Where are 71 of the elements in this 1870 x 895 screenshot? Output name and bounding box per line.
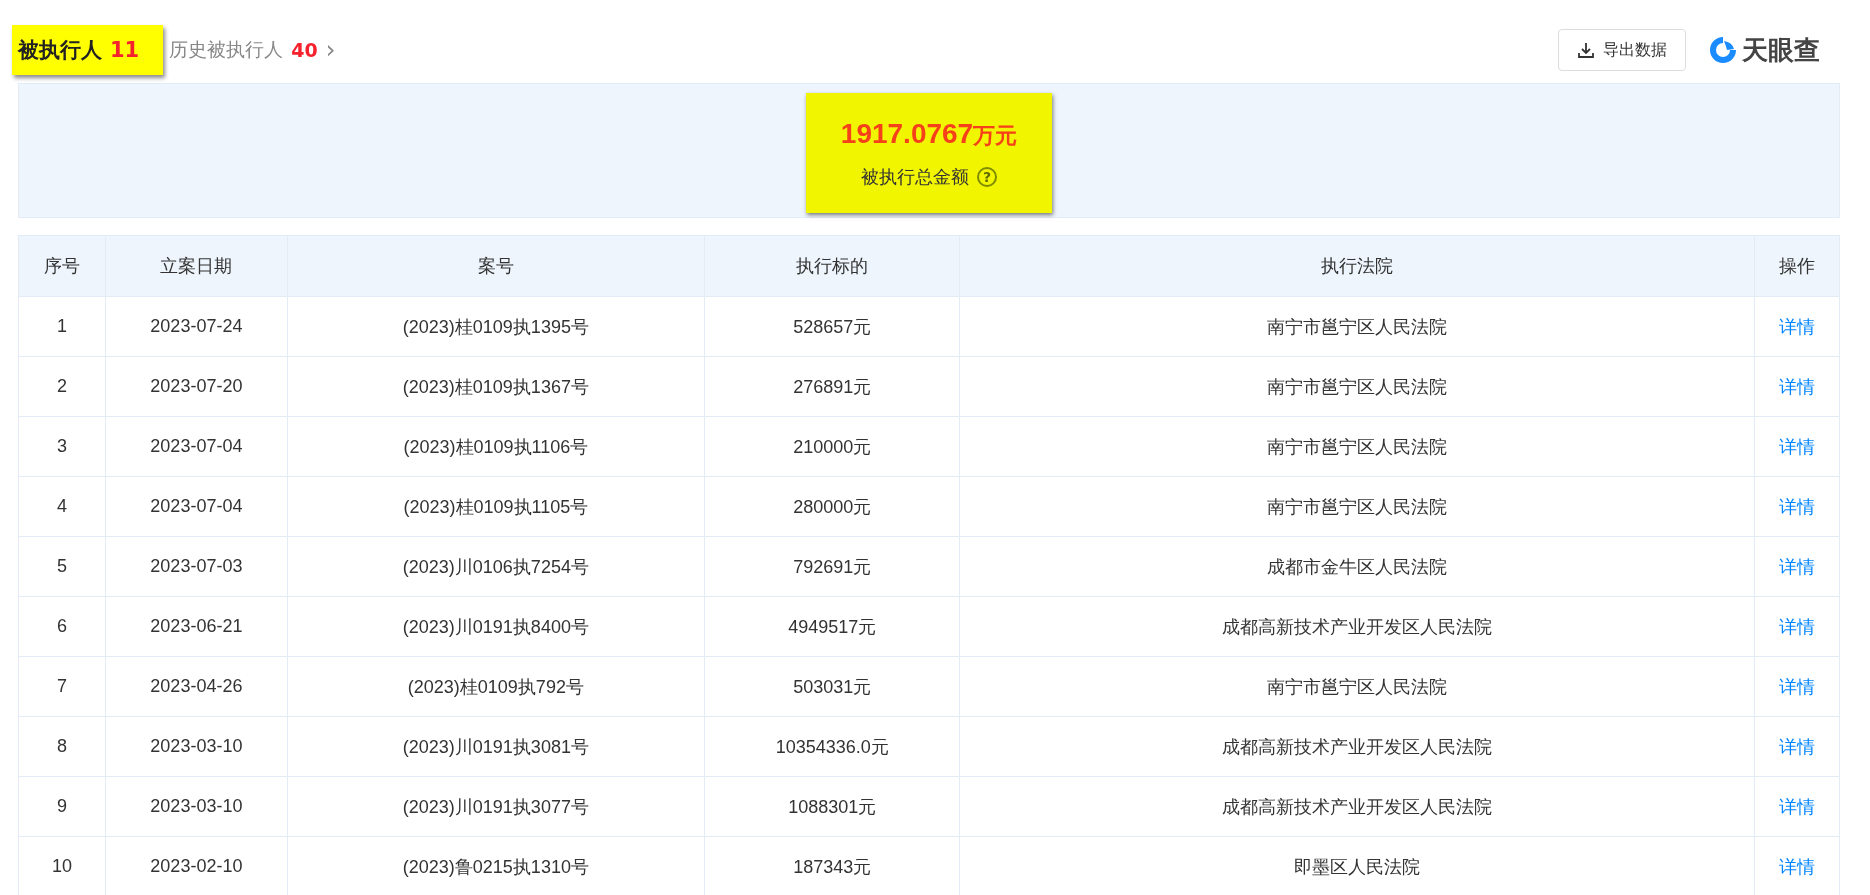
table-cell: 10354336.0元 [704,716,960,777]
table-cell: 南宁市邕宁区人民法院 [959,416,1755,477]
tab[interactable]: 历史被执行人 40 › [163,36,336,64]
table-cell: (2023)桂0109执1105号 [287,476,705,537]
total-label: 被执行总金额 [861,164,969,189]
detail-link[interactable]: 详情 [1778,496,1815,517]
detail-link[interactable]: 详情 [1778,376,1815,397]
table-cell: 503031元 [704,656,960,717]
table-cell: 2023-06-21 [105,596,288,657]
logo-text: 天眼查 [1742,33,1820,67]
table-cell: (2023)川0191执3077号 [287,776,705,837]
download-icon [1577,41,1595,59]
table-cell: 280000元 [704,476,960,537]
table-cell: (2023)川0191执8400号 [287,596,705,657]
table-cell: 7 [18,656,106,717]
table-cell: 成都高新技术产业开发区人民法院 [959,776,1755,837]
table-cell: 南宁市邕宁区人民法院 [959,296,1755,357]
table-cell: 南宁市邕宁区人民法院 [959,356,1755,417]
table-cell: 210000元 [704,416,960,477]
column-header: 立案日期 [105,235,288,297]
table-cell: 成都高新技术产业开发区人民法院 [959,716,1755,777]
table-cell: 4 [18,476,106,537]
logo-icon [1708,35,1738,65]
table-cell: 2 [18,356,106,417]
table-cell: 4949517元 [704,596,960,657]
table-cell: 2023-03-10 [105,716,288,777]
table-cell: (2023)桂0109执1395号 [287,296,705,357]
detail-link[interactable]: 详情 [1778,676,1815,697]
export-button[interactable]: 导出数据 [1558,29,1686,71]
table-cell: (2023)川0106执7254号 [287,536,705,597]
table-cell: (2023)桂0109执1106号 [287,416,705,477]
table-cell: 成都高新技术产业开发区人民法院 [959,596,1755,657]
table-cell: 5 [18,536,106,597]
column-header: 执行法院 [959,235,1755,297]
column-header: 案号 [287,235,705,297]
table-cell: (2023)川0191执3081号 [287,716,705,777]
table-cell: 2023-07-20 [105,356,288,417]
column-header: 执行标的 [704,235,960,297]
detail-link[interactable]: 详情 [1778,736,1815,757]
help-icon[interactable]: ? [977,166,997,187]
table-cell: 10 [18,836,106,895]
table-cell: 2023-07-04 [105,476,288,537]
table-cell: 2023-04-26 [105,656,288,717]
table-cell: 6 [18,596,106,657]
detail-link[interactable]: 详情 [1778,316,1815,337]
table-cell: 2023-07-24 [105,296,288,357]
table-cell: (2023)桂0109执792号 [287,656,705,717]
table-cell: 8 [18,716,106,777]
table-cell: 1 [18,296,106,357]
table-cell: 南宁市邕宁区人民法院 [959,476,1755,537]
table-cell: 2023-03-10 [105,776,288,837]
table-cell: 1088301元 [704,776,960,837]
table-cell: 成都市金牛区人民法院 [959,536,1755,597]
tab[interactable]: 被执行人 11 [12,25,164,75]
detail-link[interactable]: 详情 [1778,436,1815,457]
table-cell: 792691元 [704,536,960,597]
column-header: 序号 [18,235,106,297]
detail-link[interactable]: 详情 [1778,796,1815,817]
table-cell: 276891元 [704,356,960,417]
table-cell: 南宁市邕宁区人民法院 [959,656,1755,717]
table-cell: 3 [18,416,106,477]
detail-link[interactable]: 详情 [1778,556,1815,577]
table-cell: 2023-07-03 [105,536,288,597]
detail-link[interactable]: 详情 [1778,616,1815,637]
table-cell: 2023-07-04 [105,416,288,477]
detail-link[interactable]: 详情 [1778,856,1815,877]
table-cell: 528657元 [704,296,960,357]
table-cell: 9 [18,776,106,837]
column-header: 操作 [1754,235,1840,297]
table-cell: (2023)桂0109执1367号 [287,356,705,417]
total-amount: 1917.0767万元 [840,117,1018,151]
